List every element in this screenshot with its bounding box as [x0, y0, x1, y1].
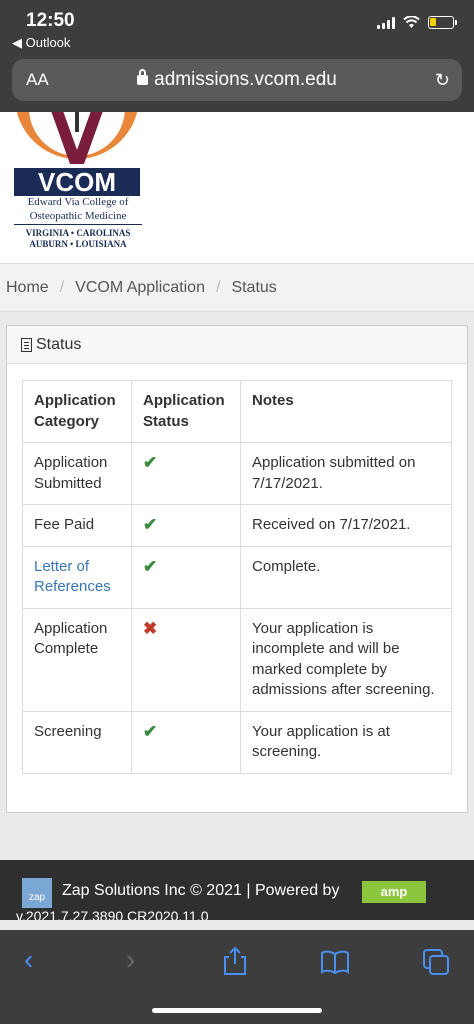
forward-icon[interactable]: › [126, 944, 135, 976]
header-status: Application Status [131, 380, 241, 443]
breadcrumb-home[interactable]: Home [6, 279, 49, 297]
breadcrumb-application[interactable]: VCOM Application [75, 279, 205, 297]
row-notes: Application submitted on 7/17/2021. [240, 442, 452, 505]
check-icon: ✔ [131, 710, 241, 774]
reload-icon[interactable]: ↻ [435, 70, 450, 91]
cross-icon: ✖ [131, 607, 241, 712]
table-header-row: Application Category Application Status … [22, 380, 452, 443]
logo-line-2: Osteopathic Medicine [29, 210, 127, 222]
battery-icon [428, 16, 457, 29]
url-display[interactable]: admissions.vcom.edu [12, 69, 462, 91]
url-text: admissions.vcom.edu [154, 69, 337, 90]
row-notes: Your application is incomplete and will … [240, 607, 452, 712]
zap-logo[interactable]: zap [22, 878, 52, 908]
header-notes: Notes [240, 380, 452, 443]
site-header: VCOM Edward Via College of Osteopathic M… [0, 112, 474, 264]
table-row: Application Submitted ✔ Application subm… [22, 442, 452, 505]
status-panel: Status Application Category Application … [6, 325, 468, 813]
amp-logo[interactable]: amp [362, 881, 426, 903]
site-footer: zap Zap Solutions Inc © 2021 | Powered b… [0, 860, 474, 920]
table-row: Letter of References ✔ Complete. [22, 545, 452, 609]
breadcrumb: Home / VCOM Application / Status [0, 264, 474, 312]
row-notes: Received on 7/17/2021. [240, 504, 452, 547]
check-icon: ✔ [131, 545, 241, 609]
table-row: Application Complete ✖ Your application … [22, 607, 452, 712]
footer-version: v.2021.7.27.3890 CR2020.11.0 [16, 908, 209, 920]
check-icon: ✔ [131, 442, 241, 505]
table-row: Screening ✔ Your application is at scree… [22, 710, 452, 774]
status-time: 12:50 [26, 10, 75, 31]
tabs-icon[interactable] [422, 948, 450, 976]
back-icon[interactable]: ‹ [24, 944, 33, 976]
row-category: Application Submitted [22, 442, 132, 505]
breadcrumb-current: Status [231, 278, 277, 296]
panel-title: Status [36, 335, 82, 353]
letter-of-references-link[interactable]: Letter of References [22, 545, 132, 609]
logo-wordmark: VCOM [38, 167, 116, 197]
row-notes: Complete. [240, 545, 452, 609]
address-bar[interactable]: AA admissions.vcom.edu ↻ [12, 59, 462, 101]
row-category: Fee Paid [22, 504, 132, 547]
check-icon: ✔ [131, 504, 241, 547]
logo-line-4: AUBURN • LOUISIANA [29, 239, 127, 249]
home-indicator[interactable] [152, 1008, 322, 1013]
logo-line-1: Edward Via College of [27, 196, 129, 208]
breadcrumb-separator: / [59, 278, 65, 296]
logo-line-3: VIRGINIA • CAROLINAS [25, 228, 131, 238]
breadcrumb-separator: / [215, 278, 221, 296]
cellular-signal-icon [377, 16, 395, 29]
footer-copyright: Zap Solutions Inc © 2021 | Powered by [62, 882, 340, 899]
header-category: Application Category [22, 380, 132, 443]
row-category: Application Complete [22, 607, 132, 712]
status-icons [377, 16, 457, 29]
ios-top-chrome: 12:50 ◀ Outlook AA admissions.vcom.edu ↻ [0, 0, 474, 112]
bookmarks-icon[interactable] [320, 950, 350, 974]
panel-heading: Status [7, 326, 467, 364]
lock-icon [137, 69, 149, 85]
row-notes: Your application is at screening. [240, 710, 452, 774]
back-to-app-link[interactable]: ◀ Outlook [12, 35, 70, 51]
document-icon [21, 337, 32, 352]
row-category: Screening [22, 710, 132, 774]
logo-divider [14, 224, 142, 225]
table-row: Fee Paid ✔ Received on 7/17/2021. [22, 504, 452, 547]
wifi-icon [403, 16, 420, 28]
status-table: Application Category Application Status … [22, 380, 452, 774]
share-icon[interactable] [222, 946, 248, 976]
